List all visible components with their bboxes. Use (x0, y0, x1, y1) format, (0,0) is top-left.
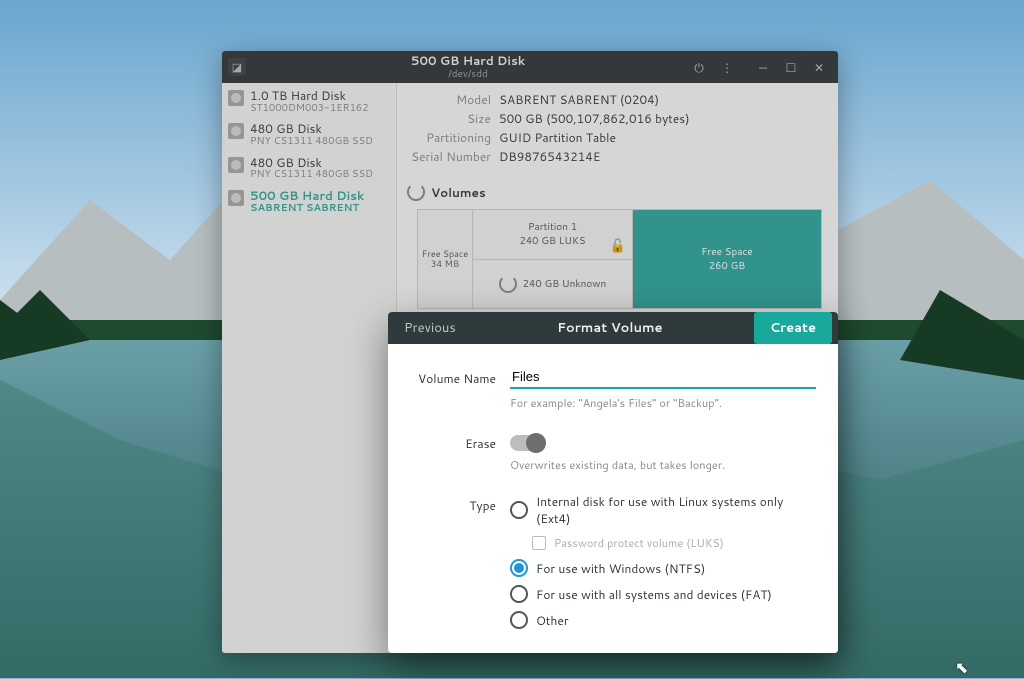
radio-icon (510, 585, 528, 603)
cursor-icon: ⬉ (955, 656, 968, 679)
dialog-form: Volume Name For example: "Angela's Files… (388, 344, 838, 653)
checkbox-icon (532, 536, 546, 550)
radio-icon (510, 559, 528, 577)
volume-name-input[interactable] (510, 366, 816, 389)
previous-button[interactable]: Previous (394, 313, 466, 343)
create-button[interactable]: Create (754, 312, 832, 344)
volume-name-label: Volume Name (388, 366, 510, 425)
type-label: Type (388, 493, 510, 637)
erase-hint: Overwrites existing data, but takes long… (510, 457, 812, 473)
type-option-ntfs[interactable]: For use with Windows (NTFS) (510, 559, 812, 577)
radio-icon (510, 501, 528, 519)
dialog-title: Format Volume (466, 319, 754, 337)
type-option-fat[interactable]: For use with all systems and devices (FA… (510, 585, 812, 603)
dialog-header: Previous Format Volume Create (388, 312, 838, 344)
type-option-ext4[interactable]: Internal disk for use with Linux systems… (510, 493, 812, 527)
format-volume-dialog: Previous Format Volume Create Volume Nam… (388, 312, 838, 653)
erase-toggle[interactable] (510, 435, 544, 451)
erase-label: Erase (388, 431, 510, 487)
volume-name-hint: For example: "Angela's Files" or "Backup… (510, 395, 812, 411)
type-option-luks: Password protect volume (LUKS) (510, 535, 812, 551)
radio-icon (510, 611, 528, 629)
type-option-other[interactable]: Other (510, 611, 812, 629)
